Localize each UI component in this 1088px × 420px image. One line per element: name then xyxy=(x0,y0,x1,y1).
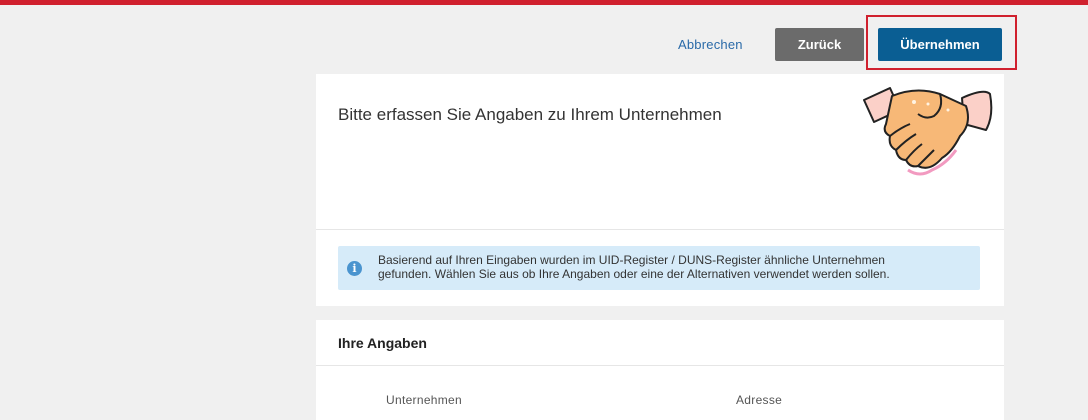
action-toolbar: Abbrechen Zurück Übernehmen xyxy=(0,28,1088,62)
section-title: Ihre Angaben xyxy=(338,335,427,351)
column-header-address: Adresse xyxy=(736,393,783,407)
apply-button[interactable]: Übernehmen xyxy=(878,28,1002,61)
page-title: Bitte erfassen Sie Angaben zu Ihrem Unte… xyxy=(338,105,722,124)
info-icon: i xyxy=(347,261,362,276)
handshake-icon xyxy=(863,87,993,176)
card-divider xyxy=(316,229,1004,230)
info-message: i Basierend auf Ihren Eingaben wurden im… xyxy=(338,246,980,290)
section-divider xyxy=(316,365,1004,366)
your-details-card: Ihre Angaben Unternehmen Adresse xyxy=(316,320,1004,420)
info-text-line2: gefunden. Wählen Sie aus ob Ihre Angaben… xyxy=(378,267,890,281)
info-message-text: Basierend auf Ihren Eingaben wurden im U… xyxy=(378,253,968,281)
cancel-link[interactable]: Abbrechen xyxy=(678,28,743,62)
company-info-card: Bitte erfassen Sie Angaben zu Ihrem Unte… xyxy=(316,74,1004,306)
info-text-line1: Basierend auf Ihren Eingaben wurden im U… xyxy=(378,253,885,267)
column-header-company: Unternehmen xyxy=(386,393,463,407)
top-brand-bar xyxy=(0,0,1088,5)
back-button[interactable]: Zurück xyxy=(775,28,864,61)
